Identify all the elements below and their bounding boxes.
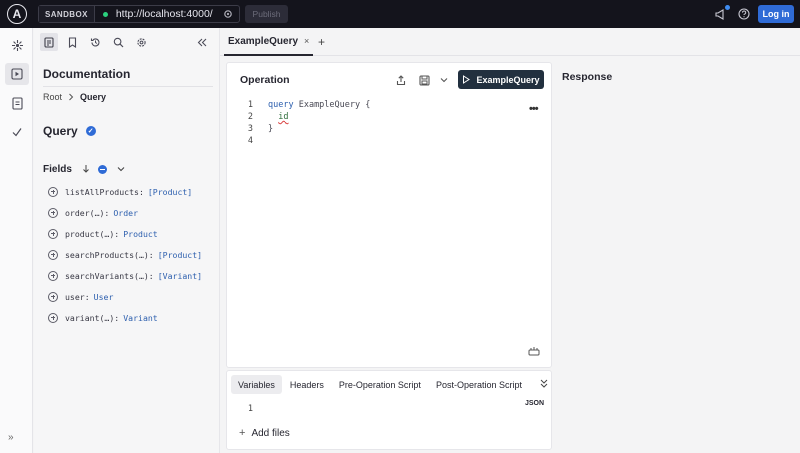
add-field-icon[interactable] [48,228,58,239]
documentation-title: Documentation [43,67,131,81]
endpoint-url-text[interactable]: http://localhost:4000/ [116,8,222,20]
field-row-product[interactable]: product(…): Product [48,223,202,244]
breadcrumb-current: Query [80,92,107,102]
collapse-panel-chevrons-icon[interactable] [193,33,211,51]
connection-settings-gear-icon[interactable] [222,8,234,20]
code-line: 4 [247,136,253,146]
explorer-play-icon[interactable] [5,63,29,85]
play-icon [463,75,471,84]
json-format-badge[interactable]: JSON [525,400,544,407]
remove-all-fields-icon[interactable] [97,164,107,174]
help-question-icon[interactable] [737,7,751,21]
fields-label: Fields [43,163,72,175]
checks-checkmark-icon[interactable] [5,121,29,143]
field-row-listAllProducts[interactable]: listAllProducts: [Product] [48,181,202,202]
tab-pre-operation-script[interactable]: Pre-Operation Script [332,375,428,394]
breadcrumb-chevron-icon [69,93,74,101]
field-row-order[interactable]: order(…): Order [48,202,202,223]
fields-header: Fields [43,163,127,175]
tab-examplequery[interactable]: ExampleQuery × [224,28,314,56]
docs-toolbar [34,28,220,56]
code-line: 2 id [247,112,289,122]
sort-arrow-down-icon[interactable] [80,163,92,175]
variables-panel: Variables Headers Pre-Operation Script P… [226,370,552,450]
prettify-broom-icon[interactable] [528,346,540,356]
tab-headers[interactable]: Headers [283,375,331,394]
add-field-icon[interactable] [48,291,58,302]
code-editor[interactable]: 1 query ExampleQuery { 2 id 3} 4 [227,99,553,147]
login-button[interactable]: Log in [758,5,794,23]
tab-variables[interactable]: Variables [231,375,282,394]
endpoint-url-bar[interactable]: SANDBOX http://localhost:4000/ [38,5,240,23]
root-type-check-icon: ✓ [85,126,96,136]
settings-gear-icon[interactable] [132,33,150,51]
announcement-megaphone-icon[interactable] [714,5,730,21]
sandbox-badge: SANDBOX [39,6,95,22]
add-field-icon[interactable] [48,186,58,197]
operation-panel: Operation ExampleQuery 1 query ExampleQue… [226,62,552,368]
left-nav-rail: » [0,28,33,453]
plus-icon: + [239,427,246,439]
more-options-icon[interactable]: ••• [529,103,539,115]
schema-graph-icon[interactable] [5,34,29,56]
schema-document-icon[interactable] [5,92,29,114]
apollo-logo-icon[interactable]: A [7,4,27,24]
connection-status-dot [102,11,108,17]
field-row-user[interactable]: user: User [48,286,202,307]
publish-button[interactable]: Publish [245,5,288,23]
collapse-chevrons-down-icon[interactable] [540,379,548,388]
add-field-icon[interactable] [48,312,58,323]
type-heading: Query ✓ [43,124,96,138]
documentation-panel: Documentation Root Query Query ✓ Fields … [34,28,220,453]
field-list: listAllProducts: [Product] order(…): Order… [48,181,202,328]
chevron-down-icon[interactable] [115,163,127,175]
add-field-icon[interactable] [48,270,58,281]
breadcrumb: Root Query [43,92,106,102]
breadcrumb-root[interactable]: Root [43,92,62,102]
code-line: 3} [247,124,274,134]
field-row-variant[interactable]: variant(…): Variant [48,307,202,328]
documentation-tab-icon[interactable] [40,33,58,51]
run-query-button[interactable]: ExampleQuery [458,70,544,89]
type-name: Query [43,124,78,138]
close-tab-icon[interactable]: × [304,36,309,46]
variables-line-number: 1 [247,404,253,414]
divider [43,86,213,87]
new-tab-button[interactable]: + [318,35,325,49]
tab-post-operation-script[interactable]: Post-Operation Script [429,375,529,394]
save-options-chevron-down-icon[interactable] [437,73,451,87]
search-icon[interactable] [109,33,127,51]
field-row-searchVariants[interactable]: searchVariants(…): [Variant] [48,265,202,286]
operation-title: Operation [240,74,290,86]
bookmark-icon[interactable] [63,33,81,51]
share-upload-icon[interactable] [394,73,408,87]
variables-tabs: Variables Headers Pre-Operation Script P… [231,375,530,394]
history-icon[interactable] [86,33,104,51]
response-title: Response [562,71,613,83]
add-field-icon[interactable] [48,207,58,218]
code-line: 1 query ExampleQuery { [247,100,371,110]
save-collection-icon[interactable] [417,73,431,87]
operation-tabs-bar: ExampleQuery × + [220,28,800,56]
field-row-searchProducts[interactable]: searchProducts(…): [Product] [48,244,202,265]
top-bar: A SANDBOX http://localhost:4000/ Publish… [0,0,800,28]
expand-rail-chevrons-icon[interactable]: » [8,432,14,443]
add-field-icon[interactable] [48,249,58,260]
add-files-button[interactable]: + Add files [239,427,290,439]
notification-dot [725,5,730,10]
